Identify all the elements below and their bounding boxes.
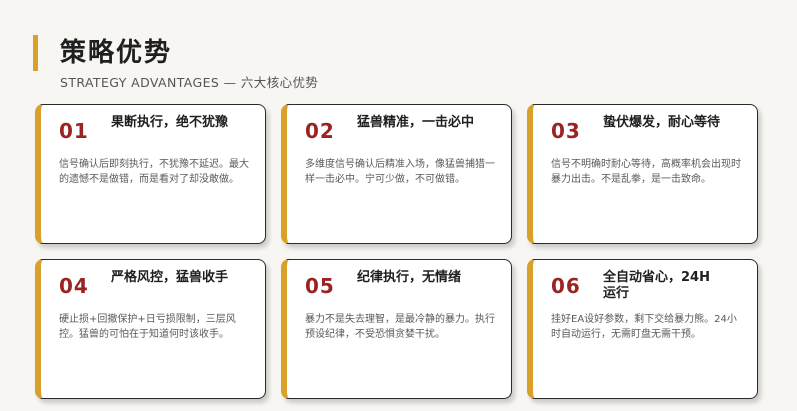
advantage-card: 06 全自动省心，24H运行 挂好EA设好参数，剩下交给暴力熊。24小时自动运行… <box>527 259 758 399</box>
card-title: 严格风控，猛兽收手 <box>111 270 229 285</box>
advantage-card: 05 纪律执行，无情绪 暴力不是失去理智，是最冷静的暴力。执行预设纪律，不受恐惧… <box>281 259 512 399</box>
card-number: 05 <box>305 274 335 298</box>
card-number: 06 <box>551 274 581 298</box>
title-accent-bar <box>33 35 38 71</box>
card-description: 信号确认后即刻执行，不犹豫不延迟。最大的遗憾不是做错，而是看对了却没敢做。 <box>59 159 249 185</box>
card-description: 暴力不是失去理智，是最冷静的暴力。执行预设纪律，不受恐惧贪婪干扰。 <box>305 314 495 340</box>
card-title: 蛰伏爆发，耐心等待 <box>603 115 721 130</box>
card-number: 02 <box>305 119 335 143</box>
advantage-card: 01 果断执行，绝不犹豫 信号确认后即刻执行，不犹豫不延迟。最大的遗憾不是做错，… <box>35 104 266 244</box>
card-description: 硬止损+回撤保护+日亏损限制，三层风控。猛兽的可怕在于知道何时该收手。 <box>59 314 236 340</box>
advantage-card: 04 严格风控，猛兽收手 硬止损+回撤保护+日亏损限制，三层风控。猛兽的可怕在于… <box>35 259 266 399</box>
advantage-card: 03 蛰伏爆发，耐心等待 信号不明确时耐心等待，高概率机会出现时暴力出击。不是乱… <box>527 104 758 244</box>
card-title: 纪律执行，无情绪 <box>357 270 462 285</box>
card-description: 挂好EA设好参数，剩下交给暴力熊。24小时自动运行，无需盯盘无需干预。 <box>551 314 737 340</box>
card-number: 04 <box>59 274 89 298</box>
page-subtitle: STRATEGY ADVANTAGES — 六大核心优势 <box>60 75 319 90</box>
page-title: 策略优势 <box>60 38 173 68</box>
card-number: 01 <box>59 119 89 143</box>
card-title: 全自动省心，24H运行 <box>603 270 710 301</box>
card-description: 多维度信号确认后精准入场，像猛兽捕猎一样一击必中。宁可少做，不可做错。 <box>305 159 495 185</box>
card-title: 果断执行，绝不犹豫 <box>111 115 229 130</box>
card-title: 猛兽精准，一击必中 <box>357 115 475 130</box>
card-description: 信号不明确时耐心等待，高概率机会出现时暴力出击。不是乱拳，是一击致命。 <box>551 159 741 185</box>
advantage-card: 02 猛兽精准，一击必中 多维度信号确认后精准入场，像猛兽捕猎一样一击必中。宁可… <box>281 104 512 244</box>
card-number: 03 <box>551 119 581 143</box>
